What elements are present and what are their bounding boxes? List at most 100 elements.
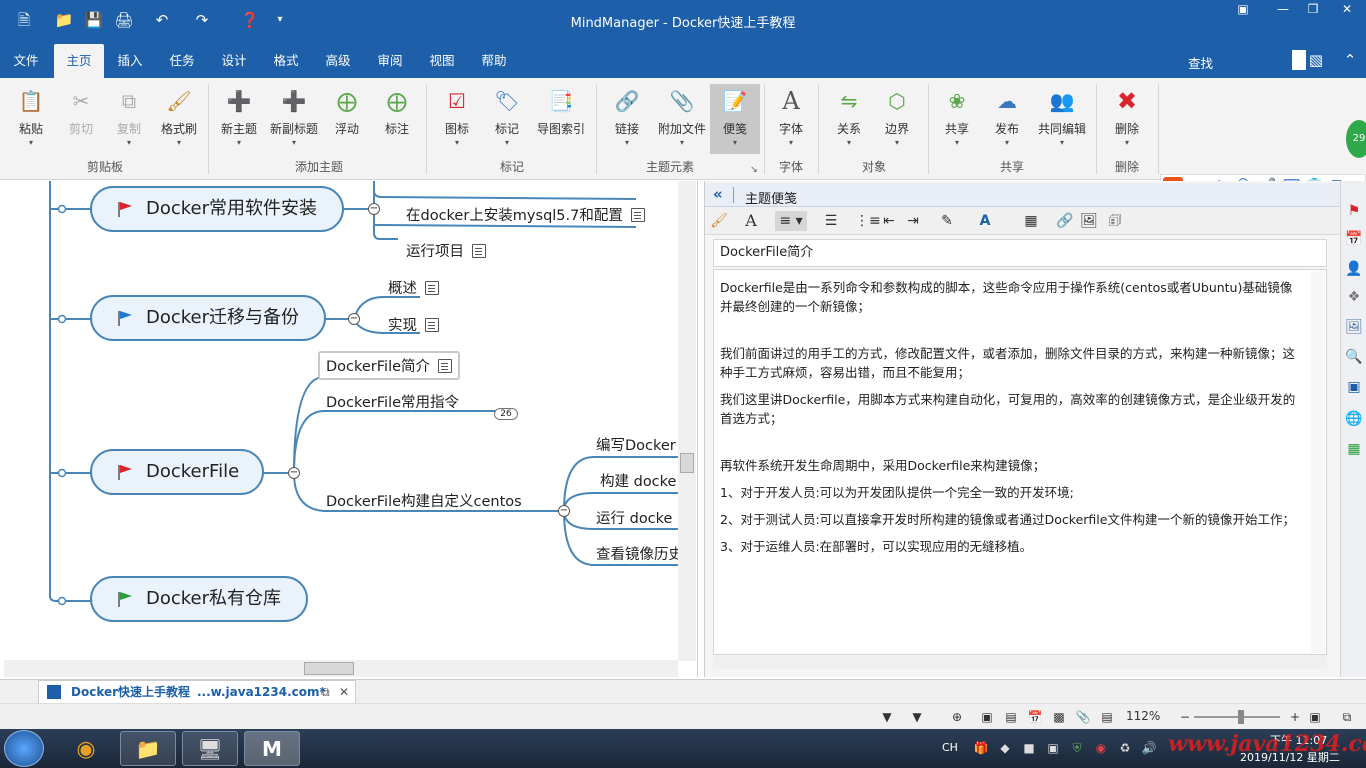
- subtopic-df-intro-selected[interactable]: DockerFile简介: [318, 351, 461, 380]
- collapse-toggle[interactable]: −: [558, 505, 570, 517]
- numbered-list-icon[interactable]: ☰: [821, 211, 841, 231]
- tab-home[interactable]: 主页: [54, 44, 104, 78]
- callout-button[interactable]: ⨁ 标注: [372, 84, 422, 154]
- topic-software[interactable]: Docker常用软件安装: [90, 186, 344, 232]
- tray-display-icon[interactable]: ▣: [1044, 739, 1062, 757]
- find-dropdown[interactable]: [1292, 50, 1306, 70]
- copy-button[interactable]: ⧉ 复制 ▾: [104, 84, 154, 154]
- notes-horizontal-scrollbar[interactable]: [713, 655, 1327, 669]
- outline-view-icon[interactable]: ▤: [1002, 708, 1020, 726]
- table-icon[interactable]: ▦: [1021, 211, 1041, 231]
- tray-update-icon[interactable]: ♻: [1116, 739, 1134, 757]
- new-subtopic-button[interactable]: ➕ 新副标题 ▾: [266, 84, 322, 154]
- link-button[interactable]: 🔗 链接 ▾: [602, 84, 652, 154]
- note-icon[interactable]: [425, 318, 439, 332]
- topic-dockerfile[interactable]: DockerFile: [90, 449, 264, 495]
- globe-icon[interactable]: 🌐: [1344, 409, 1364, 429]
- bullet-list-icon[interactable]: ⋮≡: [855, 211, 881, 231]
- subtopic-practice[interactable]: 实现: [388, 314, 439, 335]
- note-icon[interactable]: [425, 281, 439, 295]
- floating-topic-button[interactable]: ⨁ 浮动: [322, 84, 372, 154]
- tray-box-icon[interactable]: ■: [1020, 739, 1038, 757]
- calendar-icon[interactable]: 📅: [1344, 229, 1364, 249]
- tab-file[interactable]: 文件: [4, 44, 48, 78]
- boundary-button[interactable]: ⬡ 边界 ▾: [872, 84, 922, 154]
- taskbar-app-remote[interactable]: 🖥: [182, 731, 238, 766]
- subtopic-mysql[interactable]: 在docker上安装mysql5.7和配置: [406, 204, 645, 225]
- scroll-thumb[interactable]: [680, 453, 694, 473]
- tray-volume-icon[interactable]: 🔊: [1140, 739, 1158, 757]
- zoom-in-icon[interactable]: +: [1286, 708, 1304, 726]
- highlight-icon[interactable]: ✎: [937, 211, 957, 231]
- notes-vertical-scrollbar[interactable]: [1311, 271, 1325, 653]
- font-button[interactable]: A 字体 ▾: [766, 84, 816, 154]
- subtopic-build[interactable]: 构建 docke: [600, 470, 676, 491]
- tab-format[interactable]: 格式: [264, 44, 308, 78]
- float-tab-icon[interactable]: ⧉: [321, 681, 330, 703]
- fit-map-icon[interactable]: ▣: [978, 708, 996, 726]
- collapse-toggle[interactable]: −: [288, 467, 300, 479]
- tray-antivirus-icon[interactable]: ◉: [1092, 739, 1110, 757]
- publish-button[interactable]: ☁ 发布 ▾: [982, 84, 1032, 154]
- map-parts-icon[interactable]: ❖: [1344, 287, 1364, 307]
- document-tab[interactable]: Docker快速上手教程 ...w.java1234.com* ⧉ ✕: [38, 680, 356, 704]
- icon-button[interactable]: ☑ 图标 ▾: [432, 84, 482, 154]
- image-icon[interactable]: 🖼: [1079, 211, 1099, 231]
- map-horizontal-scrollbar[interactable]: [4, 660, 678, 677]
- layout-icon[interactable]: ▣: [1344, 377, 1364, 397]
- font-color-icon[interactable]: A: [975, 211, 995, 231]
- align-left-icon[interactable]: ≡ ▾: [775, 211, 807, 231]
- format-painter-button[interactable]: 🖌 格式刷 ▾: [154, 84, 204, 154]
- ribbon-collapse-icon[interactable]: ⌃: [1340, 50, 1360, 70]
- note-icon[interactable]: [630, 208, 645, 222]
- zoom-level[interactable]: 112%: [1126, 709, 1160, 723]
- tab-review[interactable]: 审阅: [368, 44, 412, 78]
- subtopic-run[interactable]: 运行 docke: [596, 507, 672, 528]
- share-button[interactable]: ❀ 共享 ▾: [932, 84, 982, 154]
- subtopic-write[interactable]: 编写Docker: [596, 434, 676, 455]
- tab-advanced[interactable]: 高级: [316, 44, 360, 78]
- tab-task[interactable]: 任务: [160, 44, 204, 78]
- close-window-button[interactable]: ✕: [1334, 2, 1360, 22]
- close-tab-icon[interactable]: ✕: [339, 681, 349, 703]
- branch-view-icon[interactable]: ▤: [1098, 708, 1116, 726]
- find-label[interactable]: 查找: [1188, 53, 1213, 72]
- taskbar-app-browser[interactable]: ◉: [58, 731, 114, 766]
- filter-icon[interactable]: ▼: [878, 708, 896, 726]
- tab-design[interactable]: 设计: [212, 44, 256, 78]
- dialog-launcher-icon[interactable]: ↘: [744, 160, 764, 180]
- minimize-button[interactable]: —: [1270, 2, 1296, 22]
- indent-icon[interactable]: ⇥: [903, 211, 923, 231]
- start-button[interactable]: [4, 730, 44, 767]
- insert-field-icon[interactable]: 🗊: [1105, 211, 1125, 231]
- tray-shield-icon[interactable]: ⛨: [1068, 739, 1086, 757]
- notes-button[interactable]: 📝 便笺 ▾: [710, 84, 760, 154]
- zoom-slider-thumb[interactable]: [1238, 710, 1244, 724]
- collapse-panel-icon[interactable]: «: [713, 185, 723, 203]
- map-canvas[interactable]: Docker常用软件安装 Docker迁移与备份 DockerFile Dock…: [0, 181, 698, 677]
- new-topic-button[interactable]: ➕ 新主题 ▾: [214, 84, 264, 154]
- link-view-icon[interactable]: 📎: [1074, 708, 1092, 726]
- excel-icon[interactable]: ▦: [1344, 439, 1364, 459]
- taskbar-app-explorer[interactable]: 📁: [120, 731, 176, 766]
- note-icon[interactable]: [438, 359, 453, 373]
- subtopic-history[interactable]: 查看镜像历史: [596, 543, 683, 564]
- topic-registry[interactable]: Docker私有仓库: [90, 576, 308, 622]
- notes-topic-name[interactable]: DockerFile简介: [713, 239, 1327, 267]
- delete-button[interactable]: ✖ 删除 ▾: [1102, 84, 1152, 154]
- font-icon[interactable]: A: [741, 211, 761, 231]
- map-index-button[interactable]: 📑 导图索引: [532, 84, 590, 154]
- filter-options-icon[interactable]: ▼: [908, 708, 926, 726]
- schedule-view-icon[interactable]: ▩: [1050, 708, 1068, 726]
- notes-editor[interactable]: Dockerfile是由一系列命令和参数构成的脚本，这些命令应用于操作系统(ce…: [713, 269, 1327, 655]
- full-screen-icon[interactable]: ⧉: [1338, 708, 1356, 726]
- topic-migration[interactable]: Docker迁移与备份: [90, 295, 326, 341]
- format-painter-icon[interactable]: 🖌: [709, 211, 729, 231]
- gantt-view-icon[interactable]: 📅: [1026, 708, 1044, 726]
- markers-pane-icon[interactable]: ⚑: [1344, 201, 1364, 221]
- tray-network-icon[interactable]: ◆: [996, 739, 1014, 757]
- tag-button[interactable]: 🏷 标记 ▾: [482, 84, 532, 154]
- scroll-thumb[interactable]: [304, 662, 354, 675]
- restore-button[interactable]: ❐: [1300, 2, 1326, 22]
- focus-topic-icon[interactable]: ⊕: [948, 708, 966, 726]
